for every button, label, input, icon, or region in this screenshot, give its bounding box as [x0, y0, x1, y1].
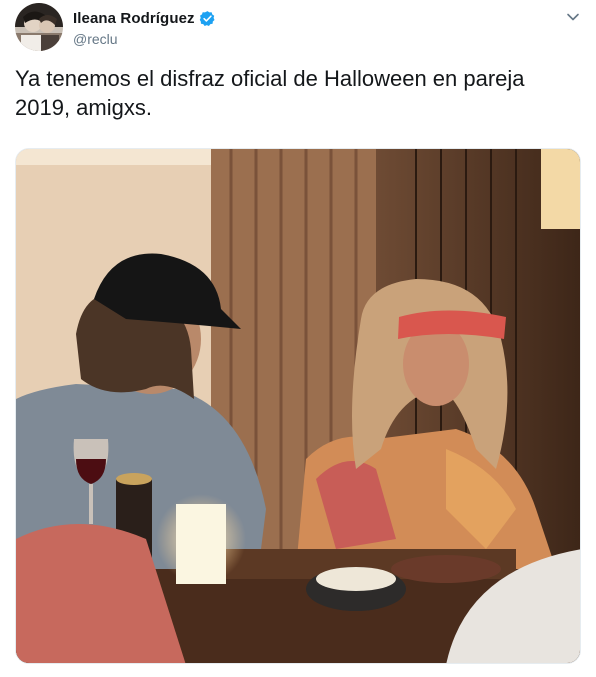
author-block[interactable]: Ileana Rodríguez @reclu [73, 8, 216, 47]
tweet-photo[interactable] [15, 148, 581, 664]
tweet-text: Ya tenemos el disfraz oficial de Hallowe… [15, 66, 525, 120]
author-avatar[interactable] [15, 3, 63, 51]
chevron-down-icon[interactable] [566, 10, 580, 24]
verified-badge-icon [199, 10, 216, 27]
author-handle[interactable]: @reclu [73, 31, 216, 47]
tweet[interactable]: Ileana Rodríguez @reclu Ya tenemos el di… [0, 0, 596, 677]
author-name[interactable]: Ileana Rodríguez [73, 10, 195, 27]
